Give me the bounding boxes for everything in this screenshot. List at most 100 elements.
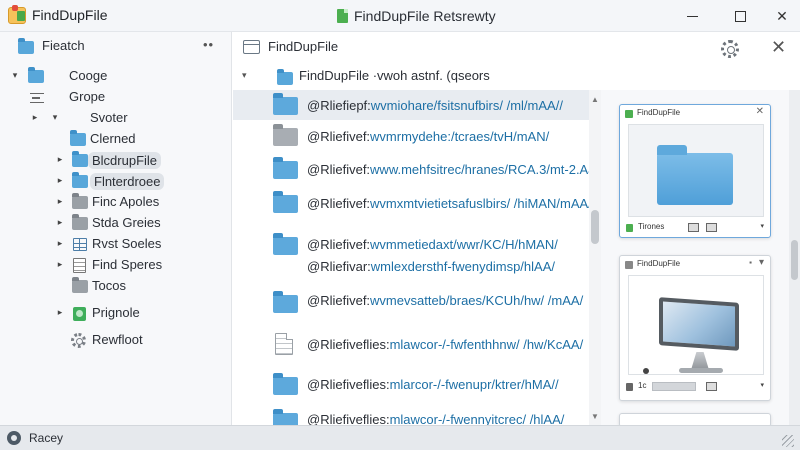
sidebar-item-find-speres[interactable]: ▸ Find Speres xyxy=(0,255,232,275)
chevron-right-icon[interactable]: ▸ xyxy=(30,112,40,123)
chevron-right-icon[interactable]: ▸ xyxy=(55,259,65,270)
preview-image xyxy=(628,275,764,375)
chevron-down-icon[interactable]: ▾ xyxy=(760,381,764,389)
folder-icon xyxy=(273,93,298,115)
chevron-right-icon[interactable]: ▸ xyxy=(55,175,65,186)
preview-card-footer: Tirones ▾ xyxy=(620,219,770,237)
sidebar-item-flnterdroee[interactable]: ▸ Flnterdroee xyxy=(0,171,232,191)
file-row[interactable]: @Rliefivef:wvmrmydehe:/tcraes/tvH/mAN/ xyxy=(233,120,589,152)
document-icon xyxy=(337,9,348,23)
chevron-down-icon[interactable]: ▾ xyxy=(760,222,764,230)
document-icon xyxy=(73,258,86,273)
chevron-down-icon[interactable]: ▾ xyxy=(50,112,60,123)
file-row[interactable]: @Rliefiveflies:mlarcor-/-fwenupr/ktrer/h… xyxy=(233,368,589,402)
scroll-down-icon[interactable]: ▼ xyxy=(591,412,599,421)
file-row[interactable]: @Rliefivef:wvmxmtvietietsafuslbirs/ /hiM… xyxy=(233,186,589,220)
minimize-icon xyxy=(686,15,698,17)
file-row[interactable]: @Rliefiveflies:mlawcor-/-fwennyitcrec/ /… xyxy=(233,404,589,425)
sidebar-item-clerned[interactable]: Clerned xyxy=(0,129,232,149)
folder-icon xyxy=(273,124,298,146)
sidebar-item-label: Clerned xyxy=(90,131,136,146)
menu-icon[interactable]: ▪ xyxy=(749,258,752,267)
view-toggle-button[interactable] xyxy=(688,223,699,232)
file-path: @Rliefivef:wvmrmydehe:/tcraes/tvH/mAN/ xyxy=(307,129,550,144)
sidebar-item-tocos[interactable]: Tocos xyxy=(0,276,232,296)
sidebar-item-blcdrupfile[interactable]: ▸ BlcdrupFile xyxy=(0,150,232,170)
sidebar-item-prignole[interactable]: ▸ Prignole xyxy=(0,303,232,323)
sidebar: Fieatch •• ▾ Cooge Grope ▸ ▾ Svoter Cler… xyxy=(0,32,232,425)
sidebar-item-svoter[interactable]: ▸ ▾ Svoter xyxy=(0,108,232,128)
preview-card-footer: 1c ▾ xyxy=(620,378,770,396)
chevron-right-icon[interactable]: ▸ xyxy=(55,217,65,228)
file-path: @Rliefivef:wvmxmtvietietsafuslbirs/ /hiM… xyxy=(307,196,589,211)
scrollbar-thumb[interactable] xyxy=(591,210,599,244)
main-header-title: FindDupFile xyxy=(268,39,339,54)
chevron-down-icon[interactable]: ▾ xyxy=(759,257,764,268)
sidebar-search[interactable]: Fieatch •• xyxy=(0,32,232,60)
settings-gear-icon[interactable] xyxy=(721,40,739,58)
app-icon xyxy=(73,307,86,321)
preview-footer-label: Tirones xyxy=(638,222,665,231)
folder-icon xyxy=(70,130,86,146)
sidebar-item-stda-greies[interactable]: ▸ Stda Greies xyxy=(0,213,232,233)
sidebar-item-label: Find Speres xyxy=(92,257,163,272)
maximize-icon xyxy=(734,10,746,22)
preview-scrollbar[interactable] xyxy=(789,90,800,425)
document-icon xyxy=(275,333,293,355)
folder-icon xyxy=(18,38,34,54)
preview-card-folder[interactable]: FindDupFile ✕ Tirones ▾ xyxy=(619,104,771,238)
close-window-button[interactable]: ✕ xyxy=(760,0,800,32)
chevron-right-icon[interactable]: ▸ xyxy=(55,307,65,318)
file-row[interactable]: @Rliefiveflies:mlawcor-/-fwfenthhnw/ /hw… xyxy=(233,326,589,362)
path-breadcrumb[interactable]: ▾ FindDupFile ·vwoh astnf. (qseors xyxy=(233,62,800,90)
close-icon[interactable]: ✕ xyxy=(756,106,764,117)
file-row[interactable]: @Rliefiepf:wvmiohare/fsitsnufbirs/ /ml/m… xyxy=(233,90,589,120)
sidebar-item-label: Rewfloot xyxy=(92,332,143,347)
sidebar-item-rewfloot[interactable]: Rewfloot xyxy=(0,330,232,350)
file-list-scrollbar[interactable]: ▲ ▼ xyxy=(589,90,601,425)
sidebar-item-label: BlcdrupFile xyxy=(88,152,162,169)
maximize-button[interactable] xyxy=(718,0,762,32)
status-icon xyxy=(7,431,21,445)
file-row[interactable]: @Rliefivef:wvmmetiedaxt/wwr/KC/H/hMAN/ @… xyxy=(233,228,589,280)
sidebar-item-label: Prignole xyxy=(92,305,140,320)
folder-icon xyxy=(277,69,293,85)
scrollbar-thumb[interactable] xyxy=(791,240,798,280)
sidebar-item-rvst-soeles[interactable]: ▸ Rvst Soeles xyxy=(0,234,232,254)
chevron-right-icon[interactable]: ▸ xyxy=(55,196,65,207)
sidebar-item-label: Rvst Soeles xyxy=(92,236,162,251)
chevron-right-icon[interactable]: ▸ xyxy=(55,154,65,165)
close-icon: ✕ xyxy=(776,7,788,24)
preview-image xyxy=(628,124,764,217)
sidebar-item-cooge[interactable]: ▾ Cooge xyxy=(0,66,232,86)
folder-icon xyxy=(273,191,298,213)
chevron-down-icon[interactable]: ▾ xyxy=(10,70,20,81)
chevron-right-icon[interactable]: ▸ xyxy=(55,238,65,249)
view-toggle-button[interactable] xyxy=(706,382,717,391)
scroll-up-icon[interactable]: ▲ xyxy=(591,95,599,104)
sidebar-item-finc-apoles[interactable]: ▸ Finc Apoles xyxy=(0,192,232,212)
title-bar: FindDupFile FindDupFile Retsrewty ✕ xyxy=(0,0,800,32)
view-toggle-button[interactable] xyxy=(706,223,717,232)
file-path: @Rliefivef:wvmevsatteb/braes/KCUh/hw/ /m… xyxy=(307,293,584,308)
sidebar-item-label: Finc Apoles xyxy=(92,194,160,209)
more-options-icon[interactable]: •• xyxy=(203,37,214,52)
monitor-base-icon xyxy=(679,368,723,373)
progress-field xyxy=(652,382,696,391)
preview-card-title: FindDupFile xyxy=(637,108,681,117)
preview-card-monitor[interactable]: FindDupFile ▪ ▾ 1c ▾ xyxy=(619,255,771,401)
folder-icon xyxy=(273,409,298,425)
window-title: FindDupFile Retsrewty xyxy=(337,8,496,24)
file-row[interactable]: @Rliefivef:www.mehfsitrec/hranes/RCA.3/m… xyxy=(233,152,589,186)
path-text: FindDupFile ·vwoh astnf. (qseors xyxy=(299,68,490,83)
close-panel-button[interactable]: ✕ xyxy=(771,38,786,56)
minimize-button[interactable] xyxy=(670,0,714,32)
resize-grip-icon[interactable] xyxy=(782,435,794,447)
file-row[interactable]: @Rliefivef:wvmevsatteb/braes/KCUh/hw/ /m… xyxy=(233,284,589,318)
app-logo-icon xyxy=(625,110,633,118)
sidebar-item-label: Stda Greies xyxy=(92,215,161,230)
sidebar-item-grope[interactable]: Grope xyxy=(0,87,232,107)
chevron-down-icon[interactable]: ▾ xyxy=(242,70,247,81)
preview-card-header: FindDupFile ✕ xyxy=(620,105,770,123)
folder-icon xyxy=(28,67,44,83)
